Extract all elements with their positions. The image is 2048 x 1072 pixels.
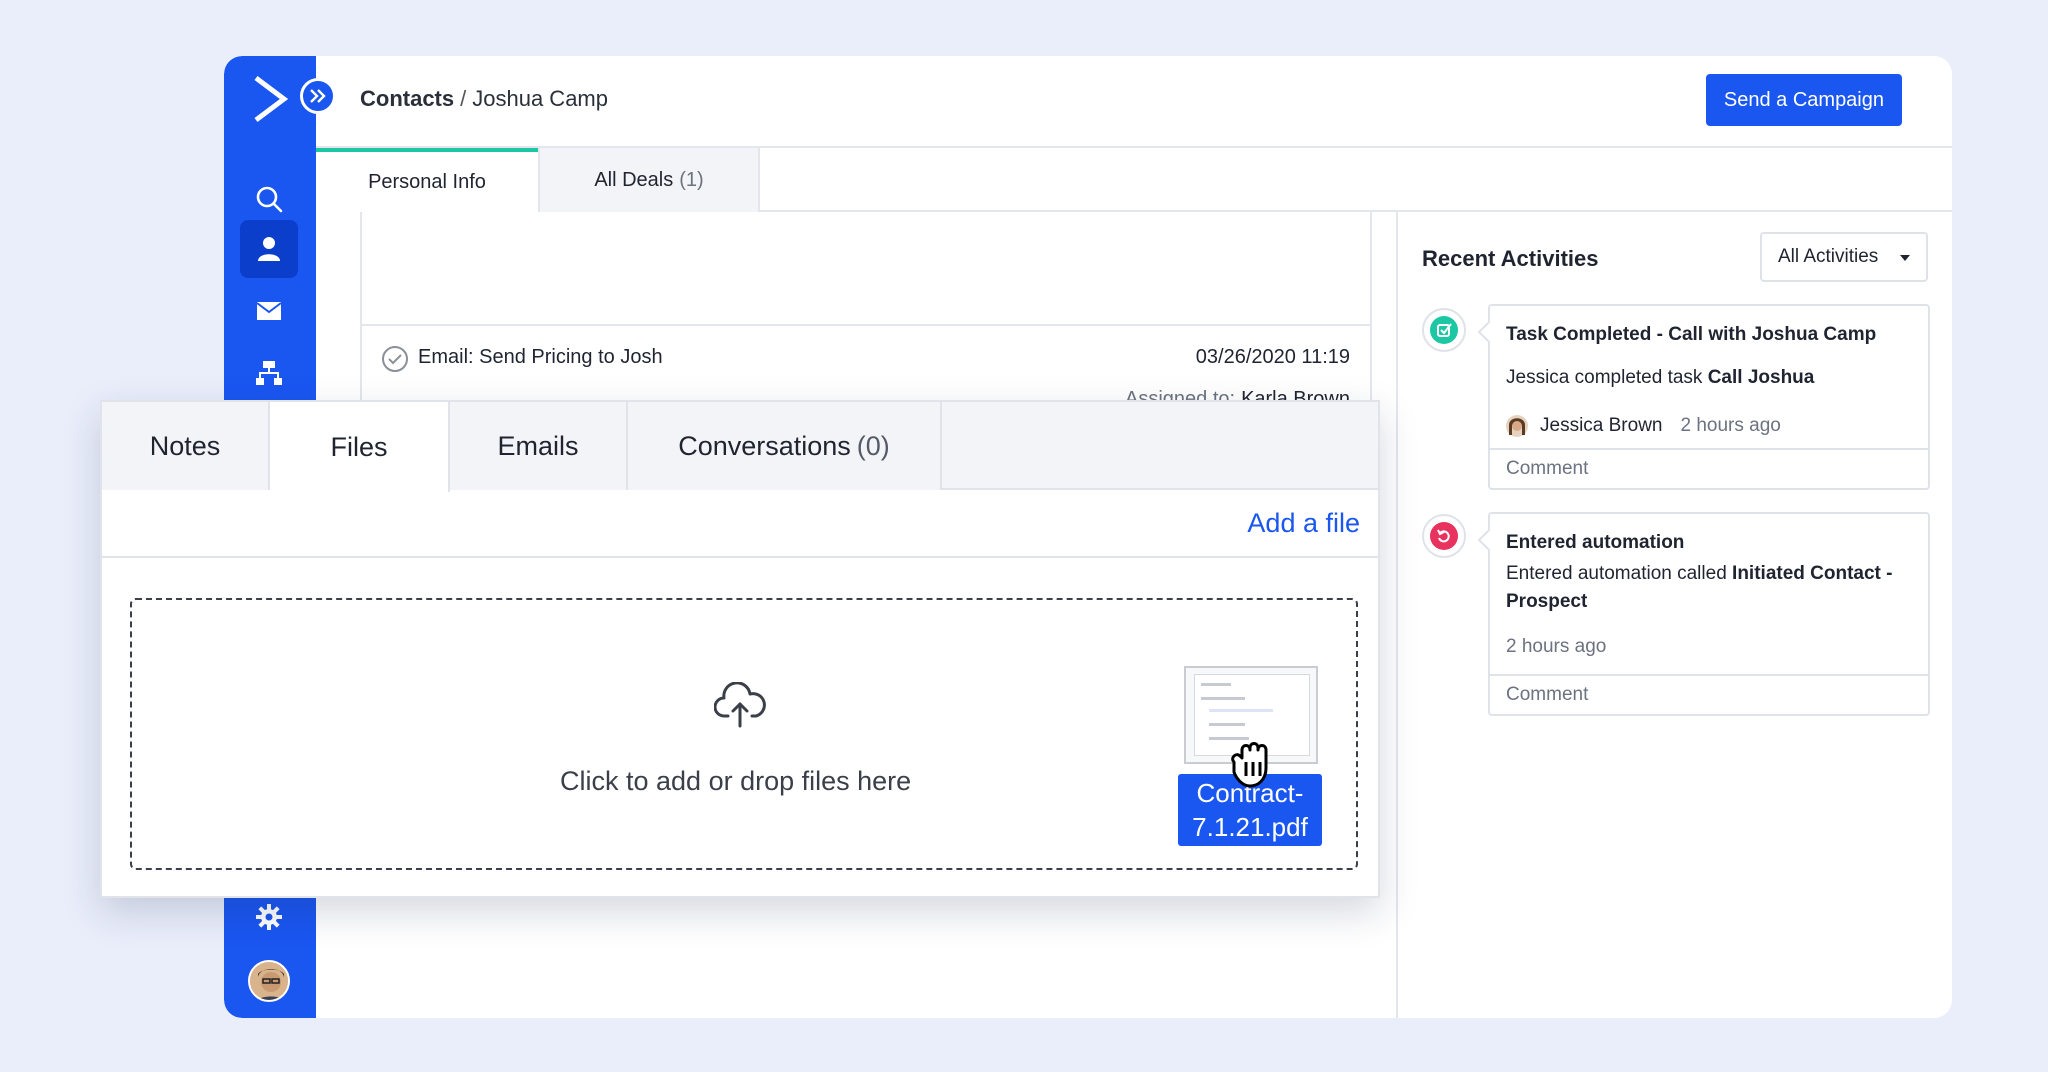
tab-personal-info[interactable]: Personal Info: [316, 148, 538, 214]
tab-label: Notes: [149, 430, 221, 461]
gear-icon[interactable]: [254, 902, 284, 932]
tab-count: (0): [856, 430, 890, 461]
contact-tabs: Personal Info All Deals (1): [316, 148, 1952, 214]
activity-body: Entered automation called Initiated Cont…: [1506, 560, 1916, 616]
activity-comment-input[interactable]: Comment: [1490, 448, 1928, 488]
activity-body-text: Entered automation called: [1506, 563, 1727, 584]
dropzone-label: Click to add or drop files here: [560, 766, 912, 796]
tab-label: Files: [330, 431, 388, 462]
double-chevron-right-icon: [310, 89, 326, 103]
automation-activity-icon: [1422, 514, 1466, 558]
files-panel-tabs: Notes Files Emails Conversations (0): [102, 402, 1378, 492]
check-square-icon: [1430, 316, 1458, 344]
recent-activities-title: Recent Activities: [1422, 246, 1599, 271]
cloud-upload-icon: [714, 682, 766, 728]
breadcrumb-current: Joshua Camp: [472, 86, 608, 111]
activity-comment-input[interactable]: Comment: [1490, 674, 1928, 714]
activities-filter-select[interactable]: All Activities: [1760, 232, 1928, 282]
user-avatar[interactable]: [248, 960, 290, 1002]
breadcrumb-contacts-link[interactable]: Contacts: [360, 86, 454, 111]
activity-time: 2 hours ago: [1506, 636, 1607, 657]
add-file-link[interactable]: Add a file: [1247, 508, 1360, 539]
activity-heading: Entered automation: [1506, 532, 1685, 553]
expand-sidebar-button[interactable]: [300, 78, 336, 114]
activity-card: Entered automation Entered automation ca…: [1488, 512, 1930, 716]
check-circle-icon[interactable]: [382, 346, 408, 372]
tab-label: Personal Info: [368, 170, 486, 193]
sidebar-automations[interactable]: [240, 344, 298, 402]
grab-hand-icon: [1231, 742, 1268, 788]
tab-files[interactable]: Files: [270, 402, 450, 492]
send-campaign-button[interactable]: Send a Campaign: [1705, 74, 1902, 126]
files-divider: [102, 556, 1378, 558]
breadcrumb-separator: /: [460, 86, 467, 111]
sidebar-contacts[interactable]: [240, 220, 298, 278]
activity-time: 2 hours ago: [1680, 415, 1781, 436]
tab-conversations[interactable]: Conversations (0): [628, 402, 942, 490]
activity-heading: Task Completed - Call with Joshua Camp: [1506, 324, 1877, 345]
jessica-avatar-icon: [1506, 415, 1528, 437]
panel-divider: [1396, 212, 1398, 1018]
tab-notes[interactable]: Notes: [102, 402, 270, 490]
task-card: Email: Send Pricing to Josh 03/26/2020 1…: [360, 212, 1372, 432]
org-chart-icon: [256, 361, 282, 385]
files-panel: Notes Files Emails Conversations (0) Add …: [100, 400, 1380, 898]
activity-body-text: Jessica completed task: [1506, 367, 1703, 388]
tab-label: All Deals: [594, 168, 674, 191]
activecampaign-logo-icon[interactable]: [250, 74, 290, 124]
sidebar-email[interactable]: [240, 282, 298, 340]
task-title: Email: Send Pricing to Josh: [418, 346, 663, 368]
activity-user: Jessica Brown: [1540, 415, 1663, 436]
activity-card: Task Completed - Call with Joshua Camp J…: [1488, 304, 1930, 490]
file-dropzone[interactable]: Click to add or drop files here: [130, 598, 1358, 870]
task-completed-activity-icon: [1422, 308, 1466, 352]
page-header: Contacts / Joshua Camp Send a Campaign: [316, 56, 1952, 148]
automation-refresh-icon: [1430, 522, 1458, 550]
activity-meta: Jessica Brown 2 hours ago: [1506, 412, 1781, 440]
activities-filter-value: All Activities: [1778, 246, 1879, 267]
search-icon: [256, 186, 283, 213]
activity-body-bold[interactable]: Call Joshua: [1708, 367, 1815, 388]
task-date: 03/26/2020 11:19: [1195, 346, 1350, 368]
tab-emails[interactable]: Emails: [450, 402, 628, 490]
breadcrumb: Contacts / Joshua Camp: [360, 86, 608, 112]
activity-body: Jessica completed task Call Joshua: [1506, 364, 1814, 392]
caret-down-icon: [1900, 255, 1910, 261]
tab-all-deals[interactable]: All Deals (1): [538, 148, 760, 212]
tab-label: Conversations: [678, 430, 851, 461]
tab-count: (1): [679, 168, 704, 191]
person-icon: [258, 237, 280, 261]
tab-label: Emails: [497, 430, 579, 461]
envelope-icon: [256, 302, 282, 320]
